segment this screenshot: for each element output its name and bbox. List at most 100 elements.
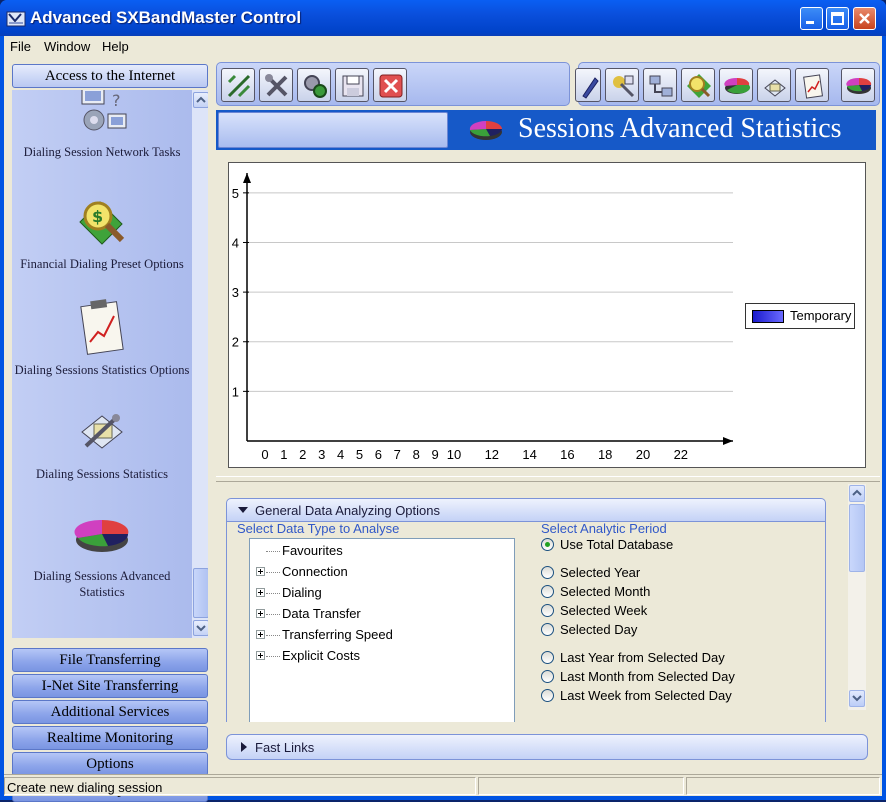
cube-button[interactable] — [719, 68, 753, 102]
expand-plus-icon[interactable] — [256, 588, 265, 597]
nav-item-advanced-statistics[interactable]: Dialing Sessions Advanced Statistics — [12, 508, 192, 600]
pie-chart-icon — [469, 120, 502, 140]
connect-button[interactable] — [221, 68, 255, 102]
svg-text:?: ? — [112, 91, 121, 110]
wizard-button[interactable] — [605, 68, 639, 102]
toolbar-group-left — [216, 62, 570, 106]
settings-printer-button[interactable] — [757, 68, 791, 102]
nav-item-label: Dialing Sessions Statistics Options — [14, 363, 190, 377]
radio-dot[interactable] — [541, 670, 554, 683]
x-tick-label: 18 — [598, 447, 612, 462]
tree-item-label: Favourites — [282, 543, 343, 558]
radio-dot[interactable] — [541, 604, 554, 617]
scroll-down-button[interactable] — [849, 690, 865, 707]
y-tick-label: 1 — [232, 384, 239, 399]
expand-plus-icon[interactable] — [256, 609, 265, 618]
scroll-thumb[interactable] — [193, 568, 208, 618]
maximize-button[interactable] — [826, 7, 849, 30]
scroll-up-button[interactable] — [193, 92, 208, 108]
nav-item-label: Financial Dialing Preset Options — [20, 257, 184, 271]
radio-dot[interactable] — [541, 566, 554, 579]
x-tick-label: 8 — [413, 447, 420, 462]
fast-links-label: Fast Links — [255, 740, 315, 755]
nav-item-network-tasks[interactable]: ? Dialing Session Network Tasks — [12, 90, 192, 160]
network-icon — [649, 75, 673, 97]
y-tick-label: 2 — [232, 335, 239, 350]
radio-label: Last Year from Selected Day — [560, 650, 725, 665]
options-area: General Data Analyzing Options Select Da… — [216, 484, 880, 722]
fast-links-header[interactable]: Fast Links — [226, 734, 868, 760]
radio-dot[interactable] — [541, 538, 554, 551]
save-button[interactable] — [335, 68, 369, 102]
scroll-down-button[interactable] — [193, 620, 208, 636]
status-cell-main: Create new dialing session — [4, 777, 476, 795]
radio-label: Use Total Database — [560, 537, 674, 552]
tree-line — [266, 635, 280, 636]
general-options-title: General Data Analyzing Options — [255, 503, 440, 518]
nav-item-statistics-options[interactable]: Dialing Sessions Statistics Options — [12, 298, 192, 378]
search-money-icon — [687, 74, 711, 98]
radio-dot[interactable] — [541, 585, 554, 598]
pane-splitter[interactable] — [216, 476, 880, 482]
data-type-tree[interactable]: Favourites Connection Dialing Data Trans… — [249, 538, 515, 722]
triangle-right-icon — [241, 742, 247, 752]
menu-help[interactable]: Help — [102, 39, 129, 54]
scroll-up-button[interactable] — [849, 485, 865, 502]
menu-file[interactable]: File — [10, 39, 31, 54]
nav-header-additional-services[interactable]: Additional Services — [12, 700, 208, 724]
expand-plus-icon[interactable] — [256, 651, 265, 660]
x-axis-arrow — [723, 437, 733, 445]
toolbar — [216, 62, 880, 106]
search-money-button[interactable] — [681, 68, 715, 102]
x-tick-label: 14 — [522, 447, 536, 462]
x-tick-label: 1 — [280, 447, 287, 462]
clipboard-button[interactable] — [795, 68, 829, 102]
statistics-tool-icon — [81, 414, 123, 449]
tree-item-label: Explicit Costs — [282, 648, 361, 663]
status-bar: Create new dialing session — [4, 774, 882, 796]
radio-dot[interactable] — [541, 689, 554, 702]
nav-header-options[interactable]: Options — [12, 752, 208, 776]
gears-button[interactable] — [297, 68, 331, 102]
minimize-icon — [806, 21, 814, 24]
expand-plus-icon[interactable] — [256, 567, 265, 576]
nav-scrollbar[interactable] — [192, 90, 208, 638]
network-button[interactable] — [643, 68, 677, 102]
radio-dot[interactable] — [541, 623, 554, 636]
toolbar-group-right — [575, 62, 880, 106]
tree-line — [266, 656, 280, 657]
nav-item-financial-presets[interactable]: $ Financial Dialing Preset Options — [12, 192, 192, 272]
menu-window[interactable]: Window — [44, 39, 90, 54]
close-button[interactable] — [853, 7, 876, 30]
title-bar[interactable]: Advanced SXBandMaster Control — [0, 0, 886, 36]
scroll-thumb[interactable] — [849, 504, 865, 572]
nav-header-file-transferring[interactable]: File Transferring — [12, 648, 208, 672]
tools-icon — [265, 74, 288, 97]
nav-item-statistics[interactable]: Dialing Sessions Statistics — [12, 402, 192, 482]
options-scrollbar[interactable] — [848, 484, 866, 710]
radio-label: Selected Day — [560, 622, 638, 637]
tools-button[interactable] — [259, 68, 293, 102]
x-tick-label: 6 — [375, 447, 382, 462]
page-title: Sessions Advanced Statistics — [518, 113, 842, 144]
x-tick-label: 0 — [261, 447, 268, 462]
delete-button[interactable] — [373, 68, 407, 102]
status-cell-2 — [478, 777, 684, 795]
advanced-stats-button[interactable] — [841, 68, 875, 102]
minimize-button[interactable] — [800, 7, 823, 30]
nav-item-label: Dialing Sessions Statistics — [36, 467, 168, 481]
x-tick-label: 10 — [447, 447, 461, 462]
nav-header-realtime-monitoring[interactable]: Realtime Monitoring — [12, 726, 208, 750]
nav-header-internet-access[interactable]: Access to the Internet — [12, 64, 208, 88]
pen-button[interactable] — [575, 68, 601, 102]
period-title: Select Analytic Period — [541, 521, 667, 536]
radio-dot[interactable] — [541, 651, 554, 664]
general-options-header[interactable]: General Data Analyzing Options — [226, 498, 826, 522]
window-title: Advanced SXBandMaster Control — [30, 8, 302, 27]
legend-label: Temporary — [790, 308, 852, 323]
save-icon — [342, 75, 364, 97]
expand-plus-icon[interactable] — [256, 630, 265, 639]
radio-label: Selected Year — [560, 565, 641, 580]
nav-header-site-transferring[interactable]: I-Net Site Transferring — [12, 674, 208, 698]
pie-chart-icon — [846, 77, 872, 94]
